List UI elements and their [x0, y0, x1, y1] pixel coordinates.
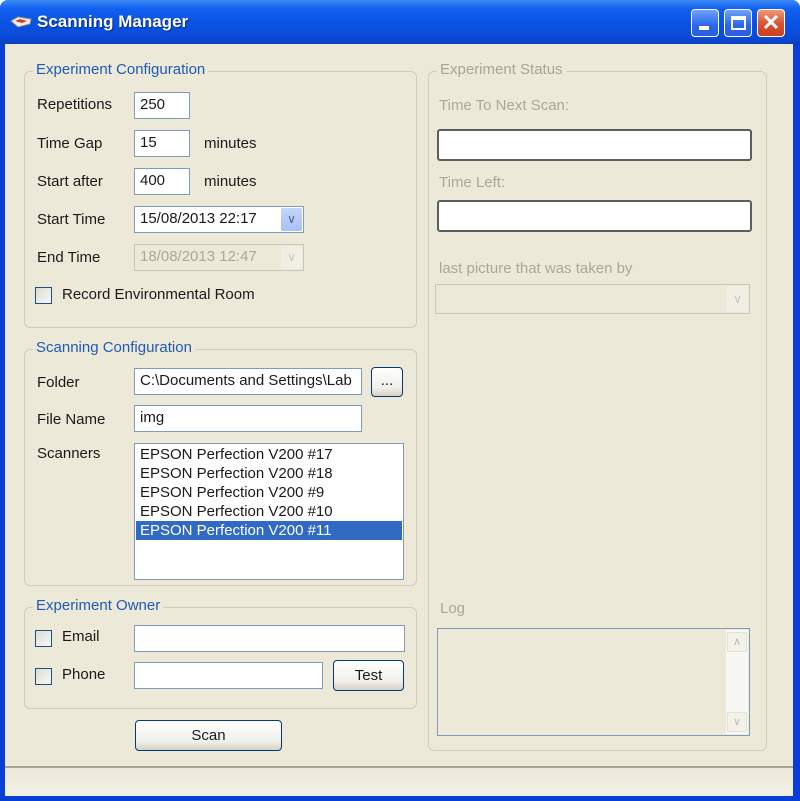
last-picture-select: ∨	[435, 284, 750, 314]
start-time-value: 15/08/2013 22:17	[140, 210, 257, 227]
scanning-configuration-group: Scanning Configuration Folder C:\Documen…	[24, 339, 417, 586]
minimize-icon	[699, 26, 709, 30]
start-time-label: Start Time	[37, 211, 106, 228]
scanner-icon	[10, 16, 32, 28]
file-name-label: File Name	[37, 411, 106, 428]
scanner-list-item[interactable]: EPSON Perfection V200 #18	[136, 464, 402, 483]
scroll-down-icon[interactable]: ∨	[727, 712, 747, 732]
folder-input[interactable]: C:\Documents and Settings\Lab	[134, 368, 362, 395]
email-input[interactable]	[134, 625, 405, 652]
start-after-unit: minutes	[204, 173, 257, 190]
minimize-button[interactable]	[691, 9, 719, 37]
end-time-picker: 18/08/2013 12:47 ∨	[134, 244, 304, 271]
maximize-icon	[731, 16, 746, 30]
scroll-up-icon[interactable]: ∧	[727, 632, 747, 652]
time-gap-label: Time Gap	[37, 135, 103, 152]
test-button[interactable]: Test	[333, 660, 404, 691]
scanners-listbox[interactable]: EPSON Perfection V200 #17 EPSON Perfecti…	[134, 443, 404, 580]
record-environmental-room-label[interactable]: Record Environmental Room	[62, 286, 255, 303]
time-left-field	[437, 200, 752, 232]
log-textarea[interactable]: ∧ ∨	[437, 628, 750, 736]
time-to-next-scan-field	[437, 129, 752, 161]
time-gap-input[interactable]: 15	[134, 130, 190, 157]
experiment-configuration-group: Experiment Configuration Repetitions 250…	[24, 61, 417, 328]
status-bar	[5, 766, 793, 796]
scanner-list-item[interactable]: EPSON Perfection V200 #10	[136, 502, 402, 521]
experiment-owner-group: Experiment Owner Email Phone Test	[24, 597, 417, 709]
scanner-list-item[interactable]: EPSON Perfection V200 #9	[136, 483, 402, 502]
scanners-label: Scanners	[37, 445, 101, 462]
record-environmental-room-checkbox[interactable]	[35, 287, 52, 304]
chevron-down-icon: ∨	[281, 246, 302, 269]
chevron-down-icon[interactable]: ∨	[281, 208, 302, 231]
experiment-configuration-title: Experiment Configuration	[33, 61, 209, 78]
experiment-owner-title: Experiment Owner	[33, 597, 164, 614]
title-bar[interactable]: Scanning Manager ✕	[0, 0, 800, 44]
scanner-list-item[interactable]: EPSON Perfection V200 #17	[136, 445, 402, 464]
phone-input[interactable]	[134, 662, 323, 689]
time-gap-unit: minutes	[204, 135, 257, 152]
email-label[interactable]: Email	[62, 628, 100, 645]
experiment-status-title: Experiment Status	[437, 61, 566, 78]
start-after-input[interactable]: 400	[134, 168, 190, 195]
time-left-label: Time Left:	[439, 174, 506, 191]
start-time-picker[interactable]: 15/08/2013 22:17 ∨	[134, 206, 304, 233]
log-scrollbar[interactable]: ∧ ∨	[726, 630, 748, 734]
file-name-input[interactable]: img	[134, 405, 362, 432]
maximize-button[interactable]	[724, 9, 752, 37]
experiment-status-group: Experiment Status Time To Next Scan: Tim…	[428, 61, 767, 751]
end-time-value: 18/08/2013 12:47	[140, 248, 257, 265]
time-to-next-scan-label: Time To Next Scan:	[439, 97, 570, 114]
folder-label: Folder	[37, 374, 80, 391]
start-after-label: Start after	[37, 173, 103, 190]
end-time-label: End Time	[37, 249, 101, 266]
scan-button[interactable]: Scan	[135, 720, 282, 751]
window-title: Scanning Manager	[37, 12, 189, 31]
phone-label[interactable]: Phone	[62, 666, 105, 683]
chevron-down-icon: ∨	[727, 286, 748, 312]
close-button[interactable]: ✕	[757, 9, 785, 37]
client-area: Experiment Configuration Repetitions 250…	[5, 44, 793, 796]
scanning-manager-window: Scanning Manager ✕ Experiment Configurat…	[0, 0, 800, 801]
repetitions-input[interactable]: 250	[134, 92, 190, 119]
scanner-list-item-selected[interactable]: EPSON Perfection V200 #11	[136, 521, 402, 540]
scanning-configuration-title: Scanning Configuration	[33, 339, 195, 356]
phone-checkbox[interactable]	[35, 668, 52, 685]
log-label: Log	[440, 600, 466, 617]
repetitions-label: Repetitions	[37, 96, 113, 113]
close-icon: ✕	[761, 10, 781, 35]
last-picture-label: last picture that was taken by	[439, 260, 633, 277]
email-checkbox[interactable]	[35, 630, 52, 647]
browse-folder-button[interactable]: ...	[371, 367, 403, 397]
